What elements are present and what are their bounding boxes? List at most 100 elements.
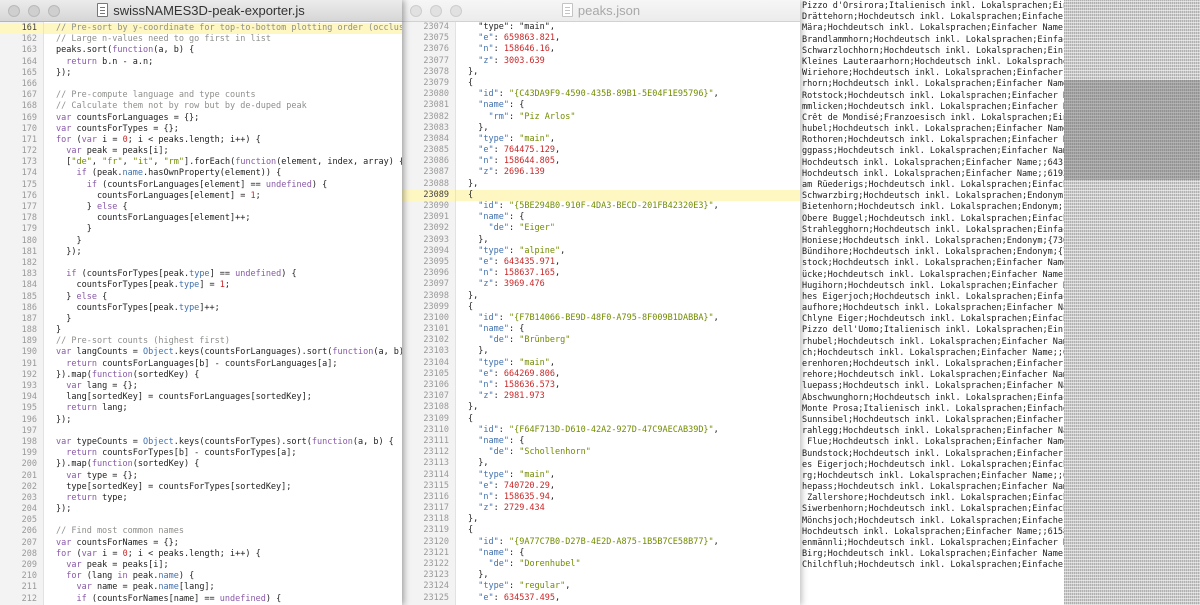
code-line[interactable]: "e": 664269.806, [456,369,800,380]
js-code-area[interactable]: // Pre-sort by y-coordinate for top-to-b… [44,22,402,605]
code-line[interactable]: }); [44,68,402,79]
code-line[interactable]: } else { [44,292,402,303]
code-line[interactable]: type[sortedKey] = countsForTypes[sortedK… [44,482,402,493]
code-line[interactable]: "type": "main", [456,134,800,145]
code-line[interactable]: }, [456,67,800,78]
code-line[interactable]: "n": 158644.805, [456,156,800,167]
code-line[interactable]: // Calculate them not by row but by de-d… [44,101,402,112]
code-line[interactable]: "id": "{C43DA9F9-4590-435B-89B1-5E04F1E9… [456,89,800,100]
code-line[interactable]: "de": "Dorenhubel" [456,559,800,570]
code-line[interactable]: countsForLanguages[element]++; [44,213,402,224]
code-line[interactable]: return b.n - a.n; [44,57,402,68]
code-line[interactable]: }, [456,123,800,134]
code-line[interactable]: "name": { [456,212,800,223]
code-line[interactable]: var langCounts = Object.keys(countsForLa… [44,347,402,358]
code-line[interactable] [44,426,402,437]
code-line[interactable]: { [456,525,800,536]
code-line[interactable]: }).map(function(sortedKey) { [44,370,402,381]
code-line[interactable]: { [456,78,800,89]
code-line[interactable]: "id": "{5BE294B0-910F-4DA3-BECD-201FB423… [456,201,800,212]
code-line[interactable]: countsForLanguages[element] = 1; [44,191,402,202]
code-line[interactable]: "e": 764475.129, [456,145,800,156]
json-window-titlebar[interactable]: peaks.json [402,0,800,22]
code-line[interactable] [44,79,402,90]
code-line[interactable]: "type": "main", [456,22,800,33]
code-line[interactable]: "rm": "Piz Arlos" [456,112,800,123]
code-line[interactable]: }, [456,291,800,302]
code-line[interactable]: { [456,302,800,313]
code-line[interactable]: "id": "{F7B14066-BE9D-48F0-A795-8F009B1D… [456,313,800,324]
code-line[interactable]: "e": 643435.971, [456,257,800,268]
code-line[interactable]: if (countsForLanguages[element] == undef… [44,180,402,191]
code-line[interactable]: // Pre-compute language and type counts [44,90,402,101]
code-line[interactable]: }, [456,179,800,190]
code-line[interactable]: // Find most common names [44,526,402,537]
code-line[interactable]: }, [456,235,800,246]
code-line[interactable]: // Large n-values need to go first in li… [44,34,402,45]
code-line[interactable]: if (peak.name.hasOwnProperty(element)) { [44,168,402,179]
code-line[interactable]: "n": 158635.94, [456,492,800,503]
code-line[interactable]: var countsForLanguages = {}; [44,113,402,124]
code-line[interactable]: var type = {}; [44,471,402,482]
code-line[interactable]: }); [44,504,402,515]
code-line[interactable]: "n": 158646.16, [456,44,800,55]
code-line[interactable]: "name": { [456,100,800,111]
code-line[interactable]: "type": "main", [456,358,800,369]
code-line[interactable]: "type": "regular", [456,581,800,592]
code-line[interactable]: }, [456,570,800,581]
code-line[interactable]: for (var i = 0; i < peaks.length; i++) { [44,549,402,560]
code-line[interactable]: "z": 3003.639 [456,56,800,67]
json-code-editor[interactable]: 23074 23075 23076 23077 23078 23079 23080 23081… [402,22,800,605]
code-line[interactable]: } else { [44,202,402,213]
code-line[interactable]: }, [456,458,800,469]
minimap-viewport[interactable] [1064,80,1200,180]
csv-minimap[interactable] [1064,0,1200,605]
code-line[interactable]: return countsForTypes[b] - countsForType… [44,448,402,459]
code-line[interactable]: { [456,414,800,425]
code-line[interactable]: for (var i = 0; i < peaks.length; i++) { [44,135,402,146]
code-line[interactable]: { [456,189,800,201]
code-line[interactable]: if (countsForTypes[peak.type] == undefin… [44,269,402,280]
code-line[interactable]: var countsForNames = {}; [44,538,402,549]
code-line[interactable]: var lang = {}; [44,381,402,392]
code-line[interactable]: countsForTypes[peak.type]++; [44,303,402,314]
code-line[interactable]: "type": "main", [456,470,800,481]
json-code-area[interactable]: "type": "main", "e": 659863.821, "n": 15… [456,22,800,605]
code-line[interactable]: "z": 2981.973 [456,391,800,402]
code-line[interactable]: if (countsForNames[name] == undefined) { [44,594,402,605]
code-line[interactable]: "e": 634537.495, [456,593,800,604]
code-line[interactable]: }); [44,415,402,426]
code-line[interactable]: } [44,236,402,247]
code-line[interactable]: }, [456,402,800,413]
code-line[interactable]: "type": "alpine", [456,246,800,257]
code-line[interactable]: return type; [44,493,402,504]
code-line[interactable]: "z": 2729.434 [456,503,800,514]
code-line[interactable] [44,515,402,526]
code-line[interactable]: for (lang in peak.name) { [44,571,402,582]
code-line[interactable]: var peak = peaks[i]; [44,560,402,571]
code-line[interactable]: }, [456,514,800,525]
code-line[interactable]: lang[sortedKey] = countsForLanguages[sor… [44,392,402,403]
code-line[interactable]: "z": 2696.139 [456,167,800,178]
code-line[interactable]: "n": 158636.573, [456,380,800,391]
code-line[interactable]: var typeCounts = Object.keys(countsForTy… [44,437,402,448]
js-window-titlebar[interactable]: swissNAMES3D-peak-exporter.js [0,0,402,22]
code-line[interactable] [44,258,402,269]
code-line[interactable]: // Pre-sort by y-coordinate for top-to-b… [44,23,402,35]
code-line[interactable]: "id": "{F64F713D-D610-42A2-927D-47C9AECA… [456,425,800,436]
code-line[interactable]: }, [456,346,800,357]
code-line[interactable]: "e": 740720.29, [456,481,800,492]
code-line[interactable]: return lang; [44,403,402,414]
code-line[interactable]: }).map(function(sortedKey) { [44,459,402,470]
code-line[interactable]: "name": { [456,324,800,335]
js-code-editor[interactable]: 161 162 163 164 165 166 167 168 169 170 171 172 173 1… [0,22,402,605]
code-line[interactable]: "de": "Eiger" [456,223,800,234]
code-line[interactable]: "z": 3969.476 [456,279,800,290]
code-line[interactable]: "n": 158637.165, [456,268,800,279]
code-line[interactable]: "de": "Brünberg" [456,335,800,346]
code-line[interactable]: var name = peak.name[lang]; [44,582,402,593]
code-line[interactable]: var peak = peaks[i]; [44,146,402,157]
code-line[interactable]: "id": "{9A77C7B0-D27B-4E2D-A875-1B5B7CE5… [456,537,800,548]
code-line[interactable]: "name": { [456,436,800,447]
code-line[interactable]: } [44,325,402,336]
